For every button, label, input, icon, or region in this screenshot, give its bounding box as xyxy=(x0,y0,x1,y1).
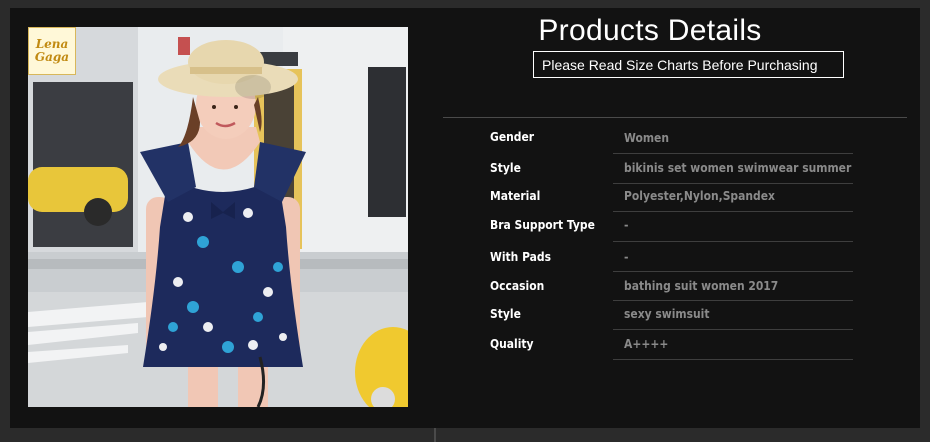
header-divider xyxy=(443,117,907,118)
spec-value: Polyester,Nylon,Spandex xyxy=(624,188,775,203)
size-chart-notice-text: Please Read Size Charts Before Purchasin… xyxy=(542,56,818,73)
spec-label: With Pads xyxy=(490,249,552,264)
page-footer-strip xyxy=(0,428,930,442)
spec-divider xyxy=(613,329,853,330)
spec-value: sexy swimsuit xyxy=(624,306,710,321)
spec-label: Style xyxy=(490,306,521,321)
size-chart-notice[interactable]: Please Read Size Charts Before Purchasin… xyxy=(533,51,844,78)
spec-divider xyxy=(613,153,853,154)
spec-label: Gender xyxy=(490,129,535,144)
spec-divider xyxy=(613,359,853,360)
spec-value: bikinis set women swimwear summer xyxy=(624,160,852,175)
spec-row-occasion: Occasion bathing suit women 2017 xyxy=(0,278,930,306)
spec-divider xyxy=(613,183,853,184)
spec-label: Bra Support Type xyxy=(490,217,595,232)
spec-value: - xyxy=(624,217,629,232)
spec-label: Quality xyxy=(490,336,534,351)
page-title: Products Details xyxy=(538,14,762,47)
spec-divider xyxy=(613,211,853,212)
brand-logo: Lena Gaga xyxy=(28,27,76,75)
spec-value: A++++ xyxy=(624,336,669,351)
spec-divider xyxy=(613,271,853,272)
brand-logo-line2: Gaga xyxy=(34,50,70,64)
spec-value: Women xyxy=(624,130,670,145)
spec-row-with-pads: With Pads - xyxy=(0,249,930,277)
footer-divider xyxy=(434,428,436,442)
spec-divider xyxy=(613,300,853,301)
spec-value: - xyxy=(624,249,629,264)
spec-label: Material xyxy=(490,188,541,203)
spec-label: Style xyxy=(490,160,521,175)
spec-divider xyxy=(613,241,853,242)
spec-label: Occasion xyxy=(490,278,545,293)
spec-value: bathing suit women 2017 xyxy=(624,278,779,293)
spec-row-gender: Gender Women xyxy=(0,128,930,156)
